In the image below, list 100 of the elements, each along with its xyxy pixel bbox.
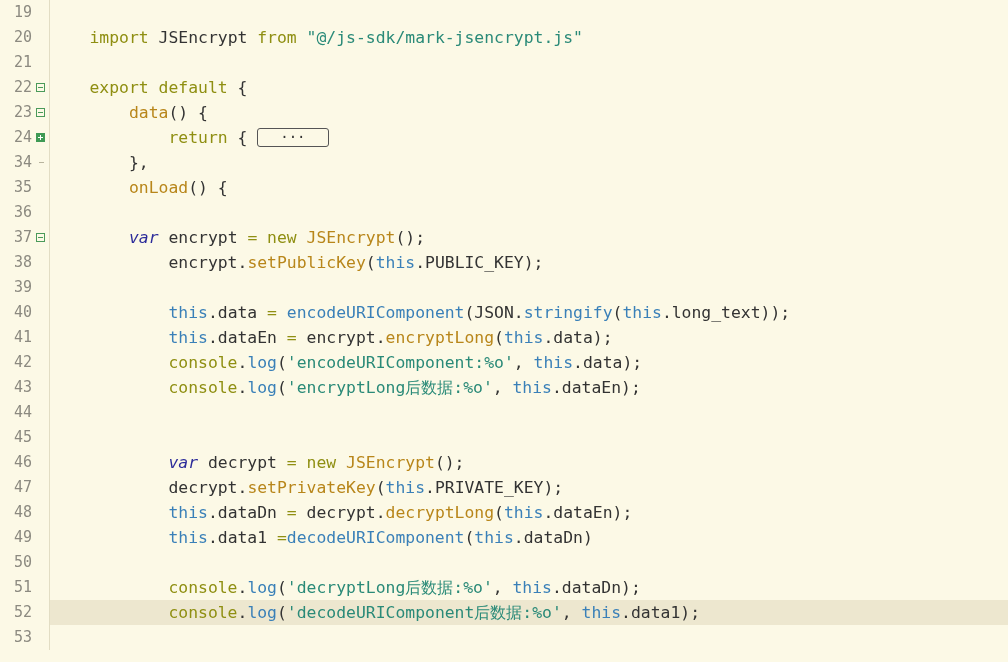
line-number: 51 — [12, 577, 32, 598]
code-token: ( — [277, 352, 287, 374]
line-number: 39 — [12, 277, 32, 298]
code-token: JSEncrypt — [346, 452, 435, 474]
code-token: .dataDn — [207, 502, 278, 524]
code-token: log — [247, 602, 277, 624]
line-number: 34 — [12, 152, 32, 173]
line-number: 48 — [12, 502, 32, 523]
line-number: 53 — [12, 627, 32, 648]
line-number: 19 — [12, 2, 32, 23]
code-token: decrypt — [206, 452, 278, 474]
code-token: ( — [277, 577, 287, 599]
code-token: , — [492, 577, 504, 599]
code-token: JSEncrypt — [306, 227, 396, 249]
line-number: 38 — [12, 252, 32, 273]
code-token: this — [622, 302, 662, 324]
code-token: = new — [247, 227, 298, 249]
code-token: ( — [494, 327, 504, 349]
line-number: 50 — [12, 552, 32, 573]
line-number: 20 — [12, 27, 32, 48]
code-token: this — [512, 377, 552, 399]
collapse-icon[interactable] — [36, 233, 45, 242]
code-token: export default — [88, 77, 228, 99]
code-token: this — [167, 527, 208, 549]
code-token: this — [375, 252, 416, 274]
code-token: . — [237, 352, 248, 374]
code-token: onLoad — [127, 177, 189, 199]
code-token: .PRIVATE_KEY); — [425, 477, 564, 499]
code-token: .dataDn) — [513, 527, 593, 549]
code-token: , — [561, 602, 573, 624]
code-token: stringify — [523, 302, 613, 324]
line-number: 40 — [12, 302, 32, 323]
code-token: var — [167, 452, 199, 474]
code-token: var — [127, 227, 159, 249]
code-token: this — [474, 527, 514, 549]
code-token: log — [247, 377, 277, 399]
expand-icon[interactable] — [36, 133, 45, 142]
code-token: ( — [277, 602, 287, 624]
code-token: .dataEn); — [543, 502, 633, 524]
code-token: console — [167, 577, 238, 599]
code-token: , — [492, 377, 504, 399]
code-token: }, — [127, 152, 149, 174]
code-token: this — [385, 477, 426, 499]
code-token: encodeURIComponent — [286, 302, 465, 324]
folded-code-placeholder[interactable]: ··· — [257, 128, 329, 147]
code-token: () { — [168, 102, 208, 124]
code-token: decrypt. — [306, 502, 386, 524]
code-token: this — [512, 577, 552, 599]
collapse-icon[interactable] — [36, 108, 45, 117]
code-token: decrypt. — [167, 477, 248, 499]
code-token: .data — [207, 302, 259, 324]
line-number: 21 — [12, 52, 32, 73]
code-token: data — [127, 102, 169, 124]
line-number: 47 — [12, 477, 32, 498]
code-token: encrypt. — [167, 252, 248, 274]
code-token: log — [247, 352, 277, 374]
code-token: encryptLong — [385, 327, 495, 349]
line-number: 43 — [12, 377, 32, 398]
code-token: ( — [365, 252, 376, 274]
code-token: .data1); — [621, 602, 700, 624]
code-token: .data); — [573, 352, 643, 374]
code-token: .dataEn — [207, 327, 278, 349]
line-number: 44 — [12, 402, 32, 423]
line-number: 52 — [12, 602, 32, 623]
code-token: from — [257, 27, 298, 49]
code-token: console — [167, 352, 238, 374]
code-token: , — [513, 352, 525, 374]
line-number: 23 — [12, 102, 32, 123]
code-token: JSEncrypt — [158, 27, 249, 49]
code-token: (); — [434, 452, 465, 474]
code-token: 'encodeURIComponent:%o' — [286, 352, 514, 374]
code-token: ( — [494, 502, 504, 524]
code-token: return — [167, 127, 228, 149]
code-token: this — [167, 502, 208, 524]
code-token: this — [167, 302, 208, 324]
code-token: = — [267, 302, 278, 324]
code-token: = new — [286, 452, 338, 474]
code-token: (); — [395, 227, 425, 249]
code-token: decodeURIComponent — [286, 527, 465, 549]
code-token: .data); — [543, 327, 613, 349]
line-number: 45 — [12, 427, 32, 448]
code-token: () { — [188, 177, 228, 199]
code-token: console — [167, 377, 238, 399]
collapse-icon[interactable] — [36, 83, 45, 92]
code-token: encrypt. — [306, 327, 386, 349]
code-token: log — [247, 577, 277, 599]
code-token: . — [237, 377, 248, 399]
code-token: { — [236, 127, 249, 149]
code-token: this — [504, 327, 544, 349]
code-token: this — [533, 352, 574, 374]
code-token: .dataEn); — [552, 377, 641, 399]
code-token: this — [581, 602, 622, 624]
code-token: = — [276, 527, 287, 549]
code-token: ( — [464, 527, 475, 549]
line-number: 41 — [12, 327, 32, 348]
code-token: console — [167, 602, 238, 624]
code-token: . — [237, 577, 248, 599]
line-number: 36 — [12, 202, 32, 223]
code-token: setPublicKey — [247, 252, 366, 274]
code-token: import — [88, 27, 150, 49]
